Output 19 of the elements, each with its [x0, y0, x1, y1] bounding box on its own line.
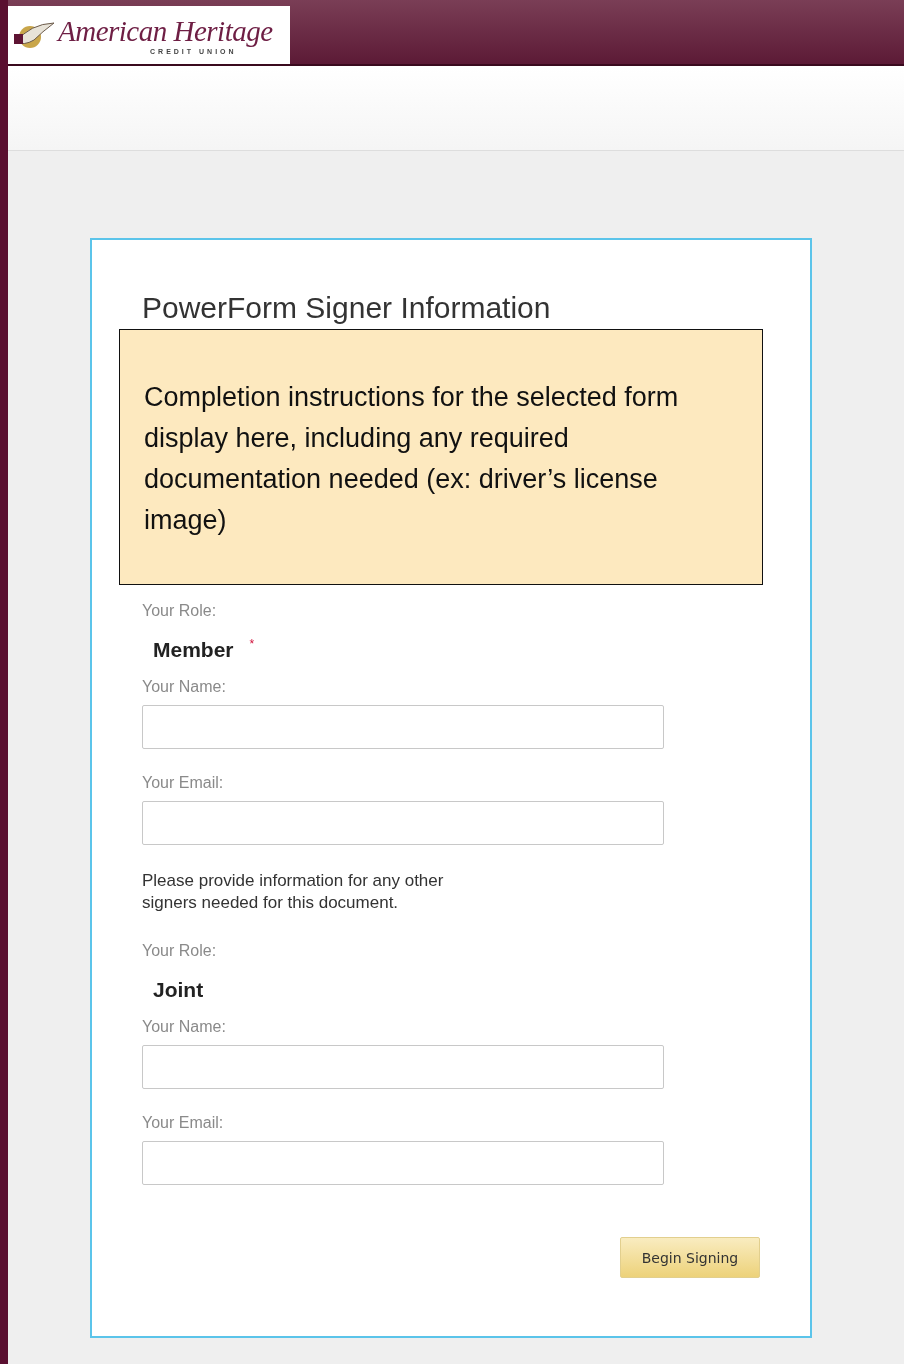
begin-signing-button[interactable]: Begin Signing: [620, 1237, 760, 1278]
role-name: Member: [153, 637, 234, 663]
name-field[interactable]: [142, 1045, 664, 1089]
email-label: Your Email:: [142, 1113, 225, 1133]
logo-name: American Heritage: [58, 14, 273, 47]
instructions-note: Completion instructions for the selected form display here, including any required documentation needed (ex: driver’s license image): [119, 329, 763, 585]
role-name: Joint: [153, 977, 204, 1003]
name-field[interactable]: [142, 705, 664, 749]
email-label: Your Email:: [142, 773, 225, 793]
email-field[interactable]: [142, 801, 664, 845]
form-title: PowerForm Signer Information: [142, 290, 552, 326]
required-mark: *: [249, 637, 255, 651]
name-label: Your Name:: [142, 677, 227, 697]
other-signers-text: Please provide information for any other signers needed for this document.: [142, 870, 445, 914]
email-field[interactable]: [142, 1141, 664, 1185]
role-label: Your Role:: [142, 601, 218, 621]
role-label: Your Role:: [142, 941, 218, 961]
name-label: Your Name:: [142, 1017, 227, 1037]
feather-coin-icon: [12, 20, 56, 50]
